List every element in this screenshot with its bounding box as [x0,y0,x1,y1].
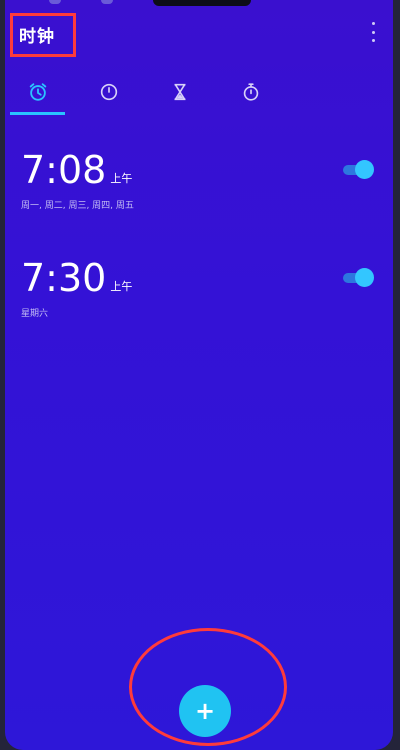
tab-bar [5,70,393,116]
title-highlight-box [10,13,76,57]
alarm-repeat-days: 星期六 [21,309,49,319]
status-indicator [49,0,61,4]
add-alarm-button[interactable]: + [179,685,231,737]
toggle-thumb [355,268,374,287]
camera-notch [153,0,251,6]
toggle-thumb [355,160,374,179]
alarm-toggle[interactable] [343,160,374,180]
clock-icon [100,83,118,101]
status-indicator [101,0,113,4]
tab-stopwatch[interactable] [223,70,279,114]
tab-clock[interactable] [81,70,137,114]
alarm-ampm: 上午 [110,280,133,293]
alarm-ampm: 上午 [110,172,133,185]
alarm-time: 7:08 [21,148,107,192]
active-tab-indicator [10,112,65,115]
alarm-item[interactable]: 7:30 上午 星期六 [21,258,381,319]
alarm-clock-icon [29,83,47,101]
clock-app-screen: 时钟 7:08 上午 周一, 周二, 周三, 周四, 周五 7:30 上午 星期… [5,0,393,750]
phone-frame: 时钟 7:08 上午 周一, 周二, 周三, 周四, 周五 7:30 上午 星期… [0,0,400,750]
alarm-toggle[interactable] [343,268,374,288]
alarm-repeat-days: 周一, 周二, 周三, 周四, 周五 [21,201,134,211]
tab-alarm[interactable] [10,70,66,114]
more-options-icon[interactable] [367,22,379,42]
alarm-time: 7:30 [21,256,107,300]
hourglass-icon [174,83,186,101]
stopwatch-icon [243,83,259,101]
tab-timer[interactable] [152,70,208,114]
alarm-item[interactable]: 7:08 上午 周一, 周二, 周三, 周四, 周五 [21,150,381,211]
